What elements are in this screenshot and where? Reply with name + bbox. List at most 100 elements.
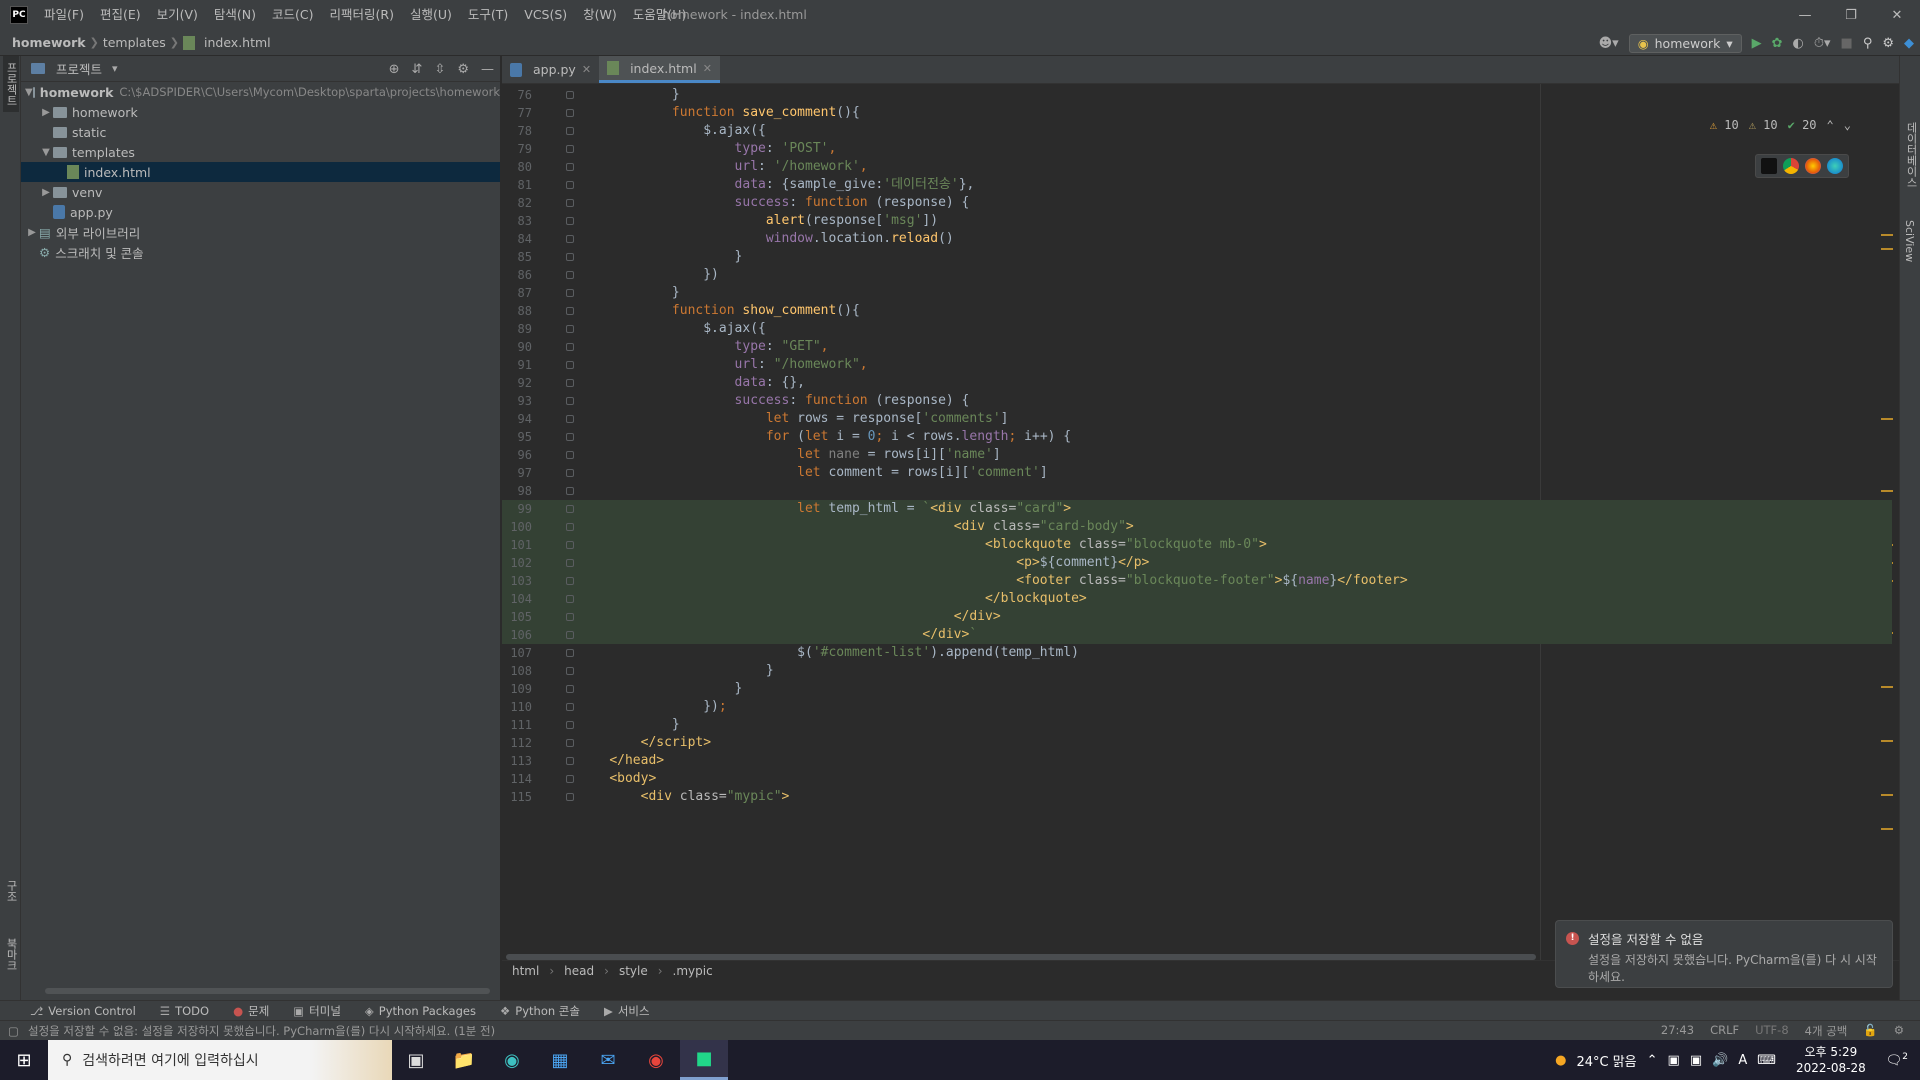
fold-marker-icon[interactable] [566, 757, 574, 765]
locate-icon[interactable]: ⊕ [389, 62, 400, 77]
menu-item-3[interactable]: 탐색(N) [206, 0, 264, 30]
file-encoding[interactable]: UTF-8 [1755, 1023, 1789, 1039]
minimize-icon[interactable]: — [1782, 0, 1828, 30]
hide-icon[interactable]: — [481, 62, 494, 77]
fold-marker-icon[interactable] [566, 559, 574, 567]
fold-marker-icon[interactable] [566, 667, 574, 675]
fold-marker-icon[interactable] [566, 613, 574, 621]
code-line[interactable]: 78 $.ajax({ [502, 122, 1892, 140]
expand-all-icon[interactable]: ⇵ [412, 62, 423, 77]
notification-balloon[interactable]: ! 설정을 저장할 수 없음 설정을 저장하지 못했습니다. PyCharm을(… [1555, 920, 1893, 988]
stop-icon[interactable]: ■ [1841, 36, 1853, 51]
close-icon[interactable]: ✕ [703, 62, 712, 75]
fold-marker-icon[interactable] [566, 325, 574, 333]
tree-scratches[interactable]: ⚙ 스크래치 및 콘솔 [21, 242, 500, 262]
fold-marker-icon[interactable] [566, 775, 574, 783]
fold-marker-icon[interactable] [566, 343, 574, 351]
code-line[interactable]: 91 url: "/homework", [502, 356, 1892, 374]
fold-marker-icon[interactable] [566, 253, 574, 261]
search-icon[interactable]: ⚲ [1863, 36, 1873, 51]
editor-breadcrumb-item[interactable]: head [564, 964, 594, 978]
code-line[interactable]: 112 </script> [502, 734, 1892, 752]
fold-marker-icon[interactable] [566, 451, 574, 459]
code-line[interactable]: 84 window.location.reload() [502, 230, 1892, 248]
fold-marker-icon[interactable] [566, 649, 574, 657]
fold-marker-icon[interactable] [566, 163, 574, 171]
code-line[interactable]: 79 type: 'POST', [502, 140, 1892, 158]
menu-item-4[interactable]: 코드(C) [264, 0, 321, 30]
breadcrumb-project[interactable]: homework [8, 35, 90, 50]
weather-label[interactable]: 24°C 맑음 [1576, 1051, 1636, 1070]
run-icon[interactable]: ▶ [1752, 36, 1762, 51]
code-line[interactable]: 87 } [502, 284, 1892, 302]
code-line[interactable]: 99 let temp_html = `<div class="card"> [502, 500, 1892, 518]
fold-marker-icon[interactable] [566, 415, 574, 423]
menu-item-5[interactable]: 리팩터링(R) [322, 0, 402, 30]
fold-marker-icon[interactable] [566, 91, 574, 99]
fold-marker-icon[interactable] [566, 487, 574, 495]
code-line[interactable]: 85 } [502, 248, 1892, 266]
jetbrains-icon[interactable]: ◆ [1904, 36, 1914, 51]
tree-item[interactable]: app.py [21, 202, 500, 222]
close-icon[interactable]: ✕ [582, 63, 591, 76]
indent-setting[interactable]: 4개 공백 [1805, 1023, 1848, 1039]
code-line[interactable]: 86 }) [502, 266, 1892, 284]
code-line[interactable]: 108 } [502, 662, 1892, 680]
keyboard-icon[interactable]: ⌨ [1757, 1053, 1776, 1068]
tool-window-button[interactable]: ● 문제 [233, 1003, 269, 1019]
store-icon[interactable]: ▦ [536, 1040, 584, 1080]
tool-window-button[interactable]: ▣ 터미널 [293, 1003, 341, 1019]
taskbar-search[interactable]: ⚲ 검색하려면 여기에 입력하십시 [48, 1040, 392, 1080]
ime-indicator[interactable]: A [1738, 1053, 1747, 1068]
bookmarks-tool-tab[interactable]: 북마크 [3, 932, 19, 977]
code-line[interactable]: 97 let comment = rows[i]['comment'] [502, 464, 1892, 482]
task-view-icon[interactable]: ▣ [392, 1040, 440, 1080]
chevron-down-icon[interactable]: ▾ [112, 62, 118, 75]
menu-item-8[interactable]: VCS(S) [516, 0, 575, 30]
collapse-all-icon[interactable]: ⇳ [434, 62, 445, 77]
fold-marker-icon[interactable] [566, 307, 574, 315]
code-line[interactable]: 94 let rows = response['comments'] [502, 410, 1892, 428]
status-square-icon[interactable]: ▢ [8, 1024, 19, 1038]
fold-marker-icon[interactable] [566, 145, 574, 153]
code-line[interactable]: 96 let nane = rows[i]['name'] [502, 446, 1892, 464]
code-line[interactable]: 88 function show_comment(){ [502, 302, 1892, 320]
user-icon[interactable]: ☻▾ [1599, 36, 1619, 51]
editor-tab[interactable]: app.py ✕ [502, 56, 599, 83]
fold-marker-icon[interactable] [566, 235, 574, 243]
weather-icon[interactable]: ● [1555, 1053, 1566, 1068]
fold-marker-icon[interactable] [566, 541, 574, 549]
code-line[interactable]: 113 </head> [502, 752, 1892, 770]
tree-item[interactable]: ▼ templates [21, 142, 500, 162]
code-line[interactable]: 102 <p>${comment}</p> [502, 554, 1892, 572]
code-line[interactable]: 98 [502, 482, 1892, 500]
menu-item-9[interactable]: 창(W) [575, 0, 625, 30]
clock[interactable]: 오후 5:29 2022-08-28 [1796, 1044, 1866, 1076]
code-line[interactable]: 92 data: {}, [502, 374, 1892, 392]
fold-marker-icon[interactable] [566, 703, 574, 711]
code-line[interactable]: 100 <div class="card-body"> [502, 518, 1892, 536]
network-icon[interactable]: ▣ [1690, 1053, 1702, 1068]
run-config-select[interactable]: ◉ homework ▾ [1628, 33, 1742, 53]
code-line[interactable]: 93 success: function (response) { [502, 392, 1892, 410]
tree-external-libraries[interactable]: ▶ ▤ 외부 라이브러리 [21, 222, 500, 242]
code-line[interactable]: 114 <body> [502, 770, 1892, 788]
fold-marker-icon[interactable] [566, 271, 574, 279]
fold-marker-icon[interactable] [566, 739, 574, 747]
mail-icon[interactable]: ✉ [584, 1040, 632, 1080]
fold-marker-icon[interactable] [566, 631, 574, 639]
meet-icon[interactable]: ▣ [1668, 1053, 1680, 1068]
tool-window-button[interactable]: ☰ TODO [160, 1004, 209, 1018]
tree-item[interactable]: index.html [21, 162, 500, 182]
project-tool-tab[interactable]: 프로젝트 [3, 56, 19, 112]
debug-icon[interactable]: ✿ [1772, 36, 1783, 51]
code-line[interactable]: 107 $('#comment-list').append(temp_html) [502, 644, 1892, 662]
fold-marker-icon[interactable] [566, 379, 574, 387]
fold-marker-icon[interactable] [566, 217, 574, 225]
project-horizontal-scrollbar[interactable] [45, 988, 490, 994]
edge-taskbar-icon[interactable]: ◉ [488, 1040, 536, 1080]
breadcrumb-file[interactable]: index.html [200, 35, 275, 50]
fold-marker-icon[interactable] [566, 793, 574, 801]
fold-marker-icon[interactable] [566, 199, 574, 207]
fold-marker-icon[interactable] [566, 433, 574, 441]
